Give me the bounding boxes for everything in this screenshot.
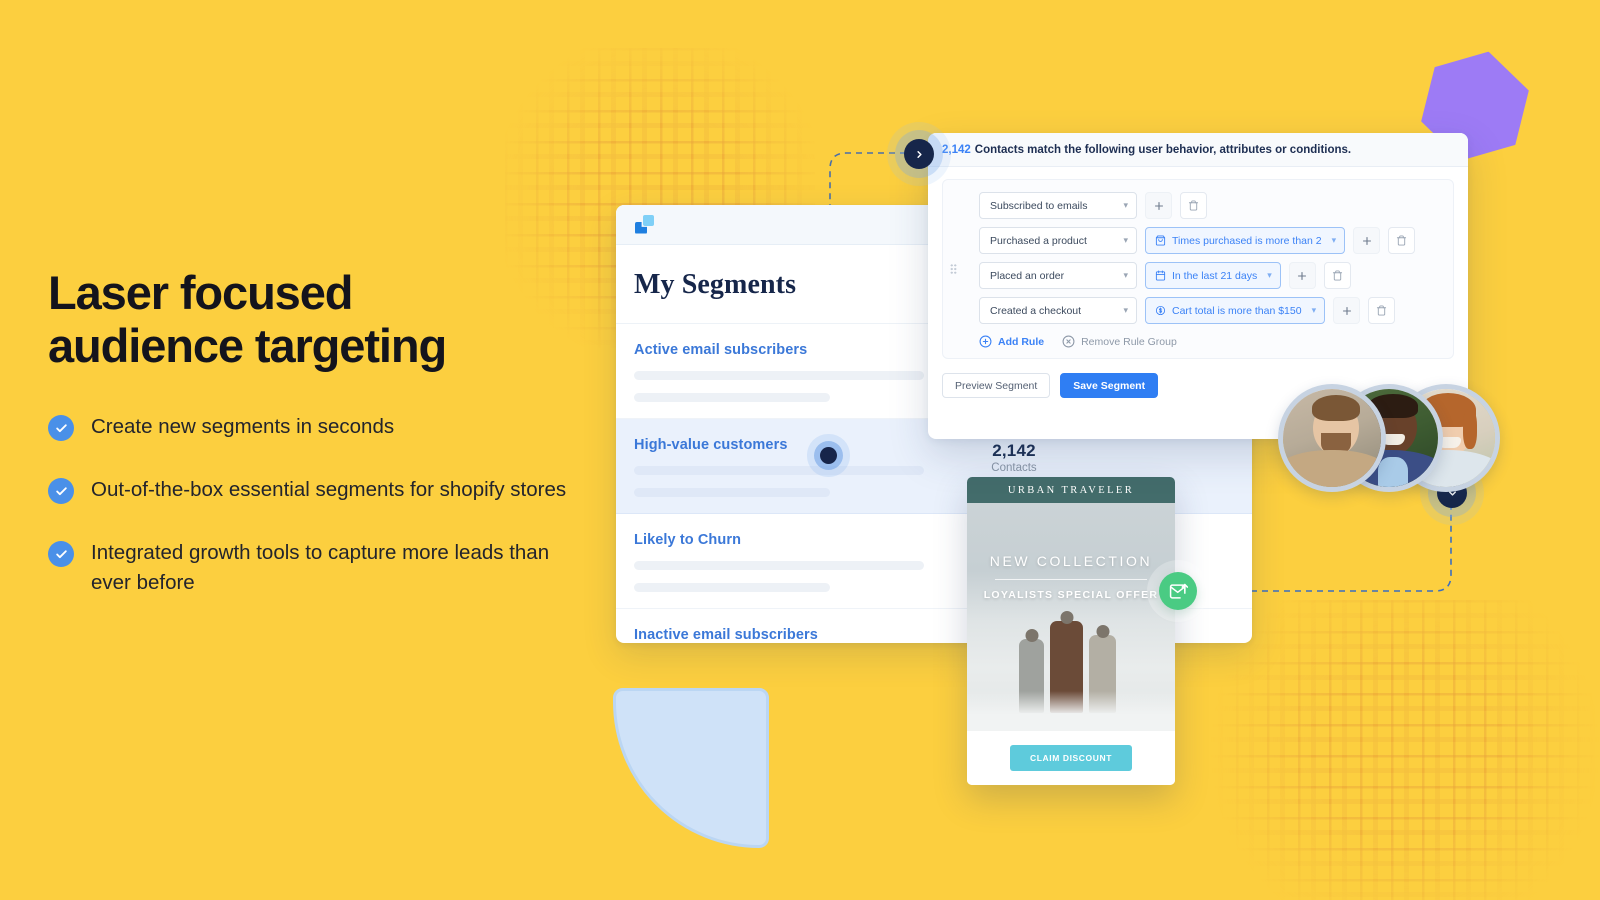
rule-row: Placed an order ▾ In the last 21 days ▾	[955, 262, 1441, 289]
app-logo-icon	[634, 214, 654, 235]
add-rule-button[interactable]: Add Rule	[979, 335, 1044, 348]
plus-circle-icon	[979, 335, 992, 348]
benefit-text: Out-of-the-box essential segments for sh…	[91, 478, 567, 502]
chevron-down-icon: ▾	[1267, 270, 1272, 280]
delete-rule-icon-button[interactable]	[1180, 192, 1207, 219]
benefit-text: Integrated growth tools to capture more …	[91, 541, 550, 594]
claim-discount-button[interactable]: CLAIM DISCOUNT	[1009, 745, 1133, 771]
chevron-down-icon: ▾	[1123, 305, 1128, 315]
rule-filter-value: Cart total is more than $150	[1172, 304, 1302, 317]
email-hero-image: NEW COLLECTION LOYALISTS SPECIAL OFFER	[967, 503, 1175, 731]
email-hero-snow	[967, 691, 1175, 731]
rule-condition-value: Created a checkout	[990, 304, 1082, 317]
placeholder-bar	[634, 466, 924, 475]
rule-condition-value: Purchased a product	[990, 234, 1087, 247]
list-item: Out-of-the-box essential segments for sh…	[48, 475, 588, 505]
check-icon	[48, 541, 74, 568]
builder-body: Subscribed to emails ▾ Purchased a produ…	[928, 167, 1468, 359]
email-brand-name: URBAN TRAVELER	[1007, 484, 1135, 496]
add-rule-icon-button[interactable]	[1353, 227, 1381, 254]
email-subtitle: LOYALISTS SPECIAL OFFER	[983, 589, 1159, 601]
blue-quarter-round-decoration	[613, 688, 769, 848]
chevron-right-icon	[916, 150, 922, 158]
carousel-next-button[interactable]	[904, 139, 934, 169]
headline-line-1: Laser focused	[48, 266, 353, 319]
rule-row: Created a checkout ▾ Cart total is more …	[955, 297, 1441, 324]
segment-name: High-value customers	[634, 437, 788, 453]
rule-filter-pill[interactable]: Cart total is more than $150 ▾	[1145, 297, 1326, 324]
avatar	[1278, 384, 1386, 492]
delete-rule-icon-button[interactable]	[1388, 227, 1416, 254]
delete-rule-icon-button[interactable]	[1323, 262, 1351, 289]
rule-row: Subscribed to emails ▾	[955, 192, 1441, 219]
delete-rule-icon-button[interactable]	[1368, 297, 1396, 324]
marketing-copy: Laser focused audience targeting Create …	[48, 266, 588, 597]
headline-line-2: audience targeting	[48, 319, 447, 373]
calendar-icon	[1155, 270, 1166, 281]
rule-condition-value: Subscribed to emails	[990, 199, 1088, 212]
placeholder-bar	[634, 583, 830, 592]
rule-condition-select[interactable]: Placed an order ▾	[979, 262, 1137, 289]
email-preview-card[interactable]: URBAN TRAVELER NEW COLLECTION LOYALISTS …	[967, 477, 1175, 785]
contacts-label: Contacts	[991, 462, 1037, 474]
rule-condition-select[interactable]: Created a checkout ▾	[979, 297, 1137, 324]
contacts-count: 2,142	[992, 441, 1036, 460]
list-item: Integrated growth tools to capture more …	[48, 538, 588, 596]
check-icon	[48, 478, 74, 505]
send-email-icon	[1169, 583, 1188, 599]
email-divider	[995, 579, 1147, 580]
close-circle-icon	[1062, 335, 1075, 348]
placeholder-bar	[634, 561, 924, 570]
rule-row: Purchased a product ▾ Times purchased is…	[955, 227, 1441, 254]
rule-filter-value: Times purchased is more than 2	[1172, 234, 1322, 247]
save-segment-button[interactable]: Save Segment	[1060, 373, 1159, 398]
remove-rule-group-button[interactable]: Remove Rule Group	[1062, 335, 1177, 348]
avatar-group	[1278, 384, 1514, 494]
chevron-down-icon: ▾	[1123, 270, 1128, 280]
placeholder-bar	[634, 488, 830, 497]
benefit-list: Create new segments in seconds Out-of-th…	[48, 412, 588, 596]
send-email-button[interactable]	[1159, 572, 1197, 610]
email-title: NEW COLLECTION	[989, 553, 1153, 569]
email-footer: CLAIM DISCOUNT	[967, 731, 1175, 785]
preview-segment-button[interactable]: Preview Segment	[942, 373, 1051, 398]
email-header: URBAN TRAVELER	[967, 477, 1175, 503]
rule-group-actions: Add Rule Remove Rule Group	[955, 335, 1441, 348]
builder-match-count: 2,142	[942, 143, 971, 156]
rule-condition-select[interactable]: Purchased a product ▾	[979, 227, 1137, 254]
chevron-down-icon: ▾	[1123, 200, 1128, 210]
timeline-node-dot[interactable]	[820, 447, 837, 464]
promo-hero-canvas: Laser focused audience targeting Create …	[0, 0, 1600, 900]
plus-pattern-bottom	[1205, 600, 1600, 900]
add-rule-icon-button[interactable]	[1288, 262, 1316, 289]
chevron-down-icon: ▾	[1123, 235, 1128, 245]
rule-group: Subscribed to emails ▾ Purchased a produ…	[942, 179, 1454, 359]
benefit-text: Create new segments in seconds	[91, 415, 395, 439]
rule-filter-pill[interactable]: Times purchased is more than 2 ▾	[1145, 227, 1346, 254]
check-icon	[48, 415, 74, 442]
list-item: Create new segments in seconds	[48, 412, 588, 442]
placeholder-bar	[634, 393, 830, 402]
builder-header: 2,142 Contacts match the following user …	[928, 133, 1468, 167]
remove-rule-group-label: Remove Rule Group	[1081, 335, 1177, 348]
drag-handle-icon[interactable]	[950, 263, 957, 275]
shopping-bag-icon	[1155, 235, 1166, 246]
add-rule-icon-button[interactable]	[1145, 192, 1172, 219]
page-title: Laser focused audience targeting	[48, 266, 588, 372]
add-rule-label: Add Rule	[998, 335, 1045, 348]
chevron-down-icon: ▾	[1311, 305, 1317, 315]
rule-filter-value: In the last 21 days	[1172, 269, 1258, 282]
rule-condition-select[interactable]: Subscribed to emails ▾	[979, 192, 1137, 219]
dollar-circle-icon	[1155, 305, 1166, 316]
rule-filter-pill[interactable]: In the last 21 days ▾	[1145, 262, 1281, 289]
placeholder-bar	[634, 371, 924, 380]
builder-header-text: Contacts match the following user behavi…	[974, 143, 1352, 156]
chevron-down-icon: ▾	[1331, 235, 1337, 245]
rule-condition-value: Placed an order	[990, 269, 1065, 282]
add-rule-icon-button[interactable]	[1333, 297, 1361, 324]
contacts-stat: 2,142 Contacts	[965, 441, 1063, 474]
